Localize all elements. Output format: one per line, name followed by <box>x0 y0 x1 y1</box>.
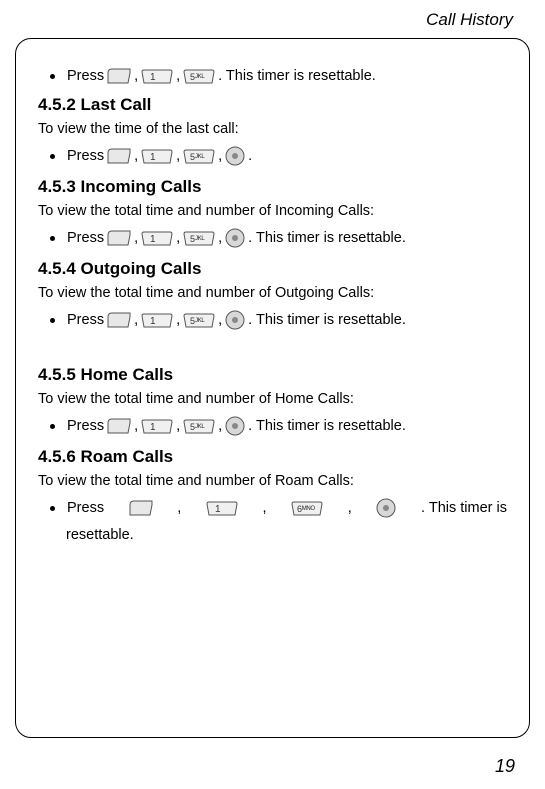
comma: , <box>218 418 222 434</box>
press-label: Press <box>67 230 104 246</box>
key-6-icon: 6ᴹᴺᴼ <box>290 500 324 517</box>
after-keys-text: . This timer is <box>421 500 507 516</box>
bullet-line: Press , 1 , 5ᴶᴷᴸ , . <box>38 145 507 167</box>
svg-text:5ᴶᴷᴸ: 5ᴶᴷᴸ <box>190 72 205 82</box>
press-label: Press <box>67 312 104 328</box>
comma: , <box>348 500 352 516</box>
section-text: To view the total time and number of Hom… <box>38 391 507 407</box>
section-heading-roam: 4.5.6 Roam Calls <box>38 447 507 467</box>
comma: , <box>176 230 180 246</box>
key-5-icon: 5ᴶᴷᴸ <box>182 148 216 165</box>
after-keys-text: . This timer is resettable. <box>218 68 376 84</box>
comma: , <box>218 230 222 246</box>
bullet-icon <box>50 236 55 241</box>
softkey-icon <box>106 417 132 435</box>
section-heading-outgoing: 4.5.4 Outgoing Calls <box>38 259 507 279</box>
press-label: Press <box>67 148 104 164</box>
comma: , <box>218 312 222 328</box>
softkey-icon <box>128 499 154 517</box>
comma: , <box>134 68 138 84</box>
key-1-icon: 1 <box>140 68 174 85</box>
press-label: Press <box>67 68 104 84</box>
section-heading-home: 4.5.5 Home Calls <box>38 365 507 385</box>
bullet-line: Press , 1 , 5ᴶᴷᴸ , . This timer is reset… <box>38 227 507 249</box>
svg-text:1: 1 <box>215 504 221 515</box>
bullet-line: Press , 1 , 5ᴶᴷᴸ , . This timer is reset… <box>38 415 507 437</box>
section-heading-incoming: 4.5.3 Incoming Calls <box>38 177 507 197</box>
svg-text:1: 1 <box>150 152 156 163</box>
svg-text:1: 1 <box>150 72 156 83</box>
comma: , <box>176 68 180 84</box>
comma: , <box>134 312 138 328</box>
key-5-icon: 5ᴶᴷᴸ <box>182 230 216 247</box>
bullet-icon <box>50 506 55 511</box>
bullet-line: Press , 1 , 6ᴹᴺᴼ , . This timer is <box>38 497 507 519</box>
bullet-icon <box>50 318 55 323</box>
softkey-icon <box>106 147 132 165</box>
bullet-icon <box>50 154 55 159</box>
page-header: Call History <box>0 0 545 38</box>
bullet-icon <box>50 424 55 429</box>
ok-key-icon <box>224 145 246 167</box>
page-number: 19 <box>495 756 515 777</box>
comma: , <box>134 230 138 246</box>
key-1-icon: 1 <box>140 418 174 435</box>
after-keys-text: . This timer is resettable. <box>248 418 406 434</box>
ok-key-icon <box>375 497 397 519</box>
comma: , <box>176 148 180 164</box>
softkey-icon <box>106 311 132 329</box>
bullet-line: Press , 1 , 5ᴶᴷᴸ , . This timer is reset… <box>38 309 507 331</box>
key-5-icon: 5ᴶᴷᴸ <box>182 68 216 85</box>
comma: , <box>176 312 180 328</box>
wrap-text: resettable. <box>38 527 507 543</box>
key-5-icon: 5ᴶᴷᴸ <box>182 418 216 435</box>
key-1-icon: 1 <box>205 500 239 517</box>
svg-text:5ᴶᴷᴸ: 5ᴶᴷᴸ <box>190 234 205 244</box>
softkey-icon <box>106 229 132 247</box>
after-keys-text: . <box>248 148 252 164</box>
comma: , <box>134 148 138 164</box>
comma: , <box>218 148 222 164</box>
ok-key-icon <box>224 415 246 437</box>
bullet-icon <box>50 74 55 79</box>
section-text: To view the total time and number of Roa… <box>38 473 507 489</box>
ok-key-icon <box>224 227 246 249</box>
ok-key-icon <box>224 309 246 331</box>
comma: , <box>177 500 181 516</box>
press-label: Press <box>67 418 104 434</box>
svg-text:1: 1 <box>150 234 156 245</box>
section-text: To view the total time and number of Inc… <box>38 203 507 219</box>
section-text: To view the total time and number of Out… <box>38 285 507 301</box>
page-frame: Press , 1 , 5ᴶᴷᴸ . This timer is resetta… <box>15 38 530 738</box>
key-1-icon: 1 <box>140 230 174 247</box>
svg-text:5ᴶᴷᴸ: 5ᴶᴷᴸ <box>190 152 205 162</box>
after-keys-text: . This timer is resettable. <box>248 230 406 246</box>
bullet-line: Press , 1 , 5ᴶᴷᴸ . This timer is resetta… <box>38 67 507 85</box>
comma: , <box>176 418 180 434</box>
svg-text:6ᴹᴺᴼ: 6ᴹᴺᴼ <box>297 504 315 514</box>
comma: , <box>134 418 138 434</box>
svg-text:5ᴶᴷᴸ: 5ᴶᴷᴸ <box>190 316 205 326</box>
svg-text:1: 1 <box>150 316 156 327</box>
svg-text:5ᴶᴷᴸ: 5ᴶᴷᴸ <box>190 422 205 432</box>
key-5-icon: 5ᴶᴷᴸ <box>182 312 216 329</box>
section-heading-last-call: 4.5.2 Last Call <box>38 95 507 115</box>
after-keys-text: . This timer is resettable. <box>248 312 406 328</box>
key-1-icon: 1 <box>140 312 174 329</box>
svg-text:1: 1 <box>150 422 156 433</box>
comma: , <box>263 500 267 516</box>
press-label: Press <box>67 500 104 516</box>
key-1-icon: 1 <box>140 148 174 165</box>
section-text: To view the time of the last call: <box>38 121 507 137</box>
softkey-icon <box>106 67 132 85</box>
